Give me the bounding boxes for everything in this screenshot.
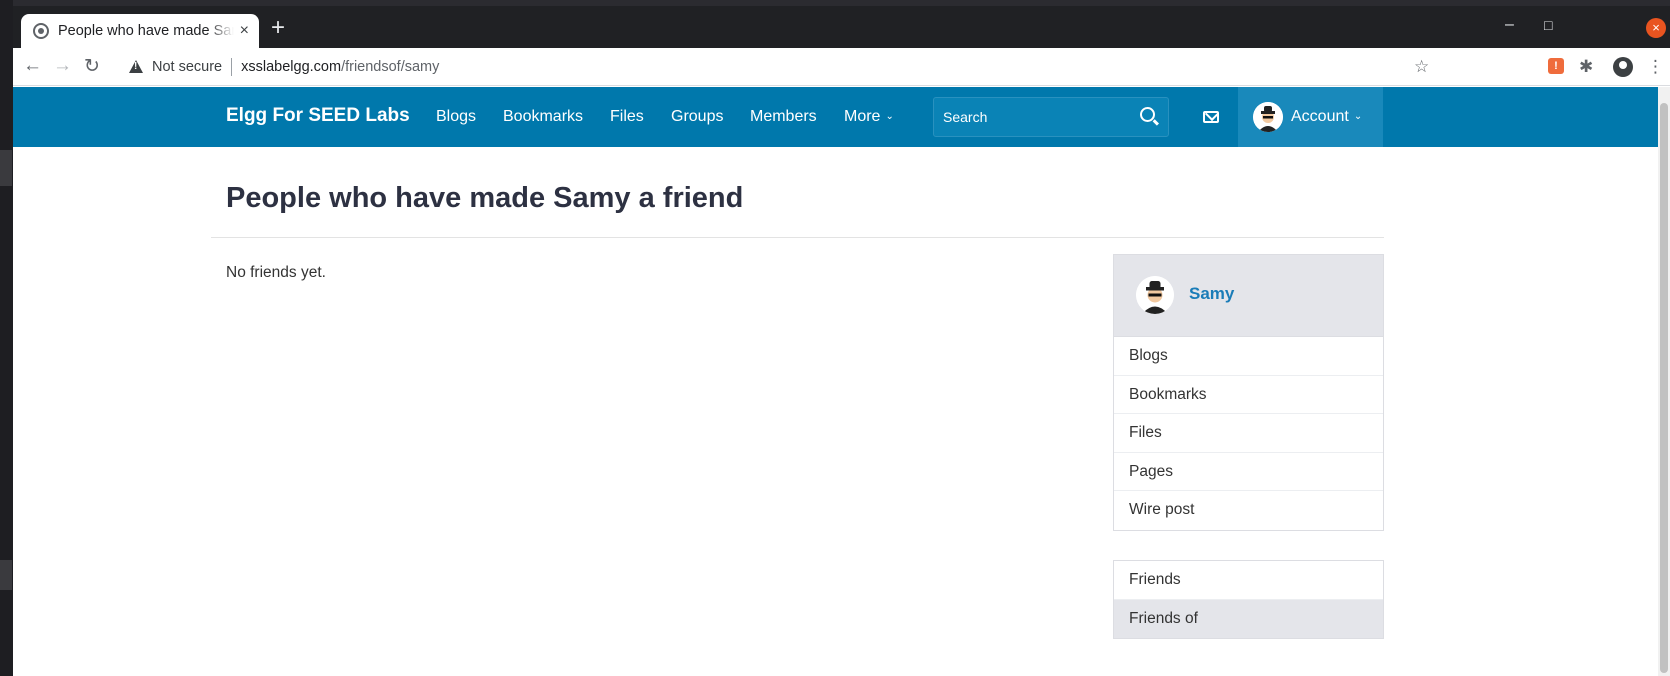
profile-avatar-icon[interactable] bbox=[1613, 57, 1633, 77]
page-scrollbar[interactable] bbox=[1658, 87, 1670, 676]
nav-groups[interactable]: Groups bbox=[671, 108, 723, 126]
browser-tab-active[interactable]: People who have made Samy a friend × bbox=[21, 14, 259, 48]
chevron-down-icon: ⌄ bbox=[885, 111, 894, 122]
nav-bookmarks[interactable]: Bookmarks bbox=[503, 108, 583, 126]
chevron-down-icon: ⌄ bbox=[1353, 111, 1363, 122]
tab-title: People who have made Samy a friend bbox=[58, 23, 234, 39]
address-divider bbox=[231, 57, 233, 76]
owner-name-link[interactable]: Samy bbox=[1189, 284, 1234, 304]
friends-menu: Friends Friends of bbox=[1113, 560, 1384, 639]
tab-strip: People who have made Samy a friend × + –… bbox=[13, 6, 1670, 48]
owner-avatar[interactable] bbox=[1136, 276, 1174, 314]
forward-icon[interactable]: → bbox=[53, 55, 72, 77]
site-search: Search bbox=[933, 97, 1169, 137]
sidebar-item-wire-post[interactable]: Wire post bbox=[1114, 491, 1383, 530]
extensions-puzzle-icon[interactable]: ✱ bbox=[1579, 57, 1593, 77]
messages-envelope-icon[interactable] bbox=[1203, 111, 1219, 123]
scrollbar-thumb[interactable] bbox=[1660, 103, 1668, 673]
browser-menu-icon[interactable]: ⋮ bbox=[1647, 57, 1664, 77]
sidebar-item-friends-of[interactable]: Friends of bbox=[1114, 599, 1383, 638]
avatar bbox=[1253, 102, 1283, 132]
extension-shield-icon[interactable]: ! bbox=[1548, 58, 1564, 74]
address-bar[interactable]: Not secure xsslabelgg.com/friendsof/samy bbox=[119, 51, 1549, 82]
maximize-window-button[interactable]: □ bbox=[1544, 17, 1552, 33]
page-viewport: Elgg For SEED Labs Blogs Bookmarks Files… bbox=[13, 87, 1670, 676]
sidebar-item-pages[interactable]: Pages bbox=[1114, 453, 1383, 491]
owner-block: Samy bbox=[1113, 254, 1384, 337]
page-title: People who have made Samy a friend bbox=[226, 182, 744, 214]
desktop-window-sliver bbox=[0, 560, 12, 590]
close-window-button[interactable]: × bbox=[1646, 18, 1666, 38]
security-status[interactable]: Not secure bbox=[152, 59, 222, 75]
nav-members[interactable]: Members bbox=[750, 108, 817, 126]
minimize-window-button[interactable]: – bbox=[1505, 16, 1514, 34]
reload-icon[interactable]: ↻ bbox=[84, 55, 100, 78]
nav-more-label: More bbox=[844, 108, 881, 125]
owner-content-menu: Blogs Bookmarks Files Pages Wire post bbox=[1113, 336, 1384, 531]
address-toolbar: ← → ↻ Not secure xsslabelgg.com/friendso… bbox=[13, 48, 1670, 86]
empty-list-message: No friends yet. bbox=[226, 264, 326, 281]
url-host[interactable]: xsslabelgg.com bbox=[241, 59, 341, 75]
new-tab-button[interactable]: + bbox=[271, 16, 285, 40]
url-path[interactable]: /friendsof/samy bbox=[341, 59, 439, 75]
title-divider bbox=[211, 237, 1384, 238]
sidebar-item-blogs[interactable]: Blogs bbox=[1114, 337, 1383, 376]
desktop-window-sliver bbox=[0, 150, 12, 186]
sidebar-item-friends[interactable]: Friends bbox=[1114, 561, 1383, 600]
sidebar-item-files[interactable]: Files bbox=[1114, 414, 1383, 453]
search-icon[interactable] bbox=[1140, 107, 1155, 122]
bookmark-star-icon[interactable]: ☆ bbox=[1414, 57, 1429, 77]
nav-blogs[interactable]: Blogs bbox=[436, 108, 476, 126]
site-favicon-icon bbox=[33, 23, 49, 39]
nav-files[interactable]: Files bbox=[610, 108, 644, 126]
browser-window: People who have made Samy a friend × + –… bbox=[13, 6, 1670, 676]
site-topbar: Elgg For SEED Labs Blogs Bookmarks Files… bbox=[13, 87, 1658, 147]
account-dropdown[interactable]: Account ⌄ bbox=[1291, 108, 1362, 126]
sidebar-item-bookmarks[interactable]: Bookmarks bbox=[1114, 376, 1383, 414]
search-input[interactable]: Search bbox=[943, 109, 987, 125]
desktop-edge bbox=[0, 0, 13, 676]
site-brand-link[interactable]: Elgg For SEED Labs bbox=[226, 105, 410, 127]
account-label: Account bbox=[1291, 108, 1349, 125]
account-menu[interactable]: Account ⌄ bbox=[1238, 87, 1383, 147]
warning-icon[interactable] bbox=[129, 60, 143, 73]
back-icon[interactable]: ← bbox=[23, 55, 42, 77]
close-tab-icon[interactable]: × bbox=[240, 22, 249, 40]
nav-more-dropdown[interactable]: More ⌄ bbox=[844, 108, 894, 126]
